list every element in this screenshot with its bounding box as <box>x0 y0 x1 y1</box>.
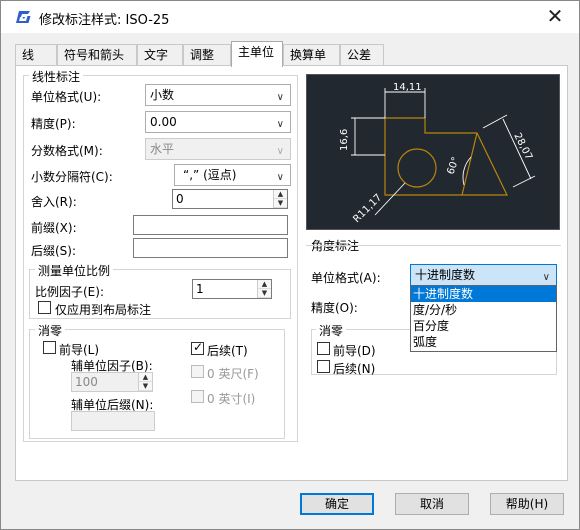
spin-down-icon[interactable]: ▼ <box>139 382 152 391</box>
unit-format-select[interactable]: 小数 ∨ <box>145 84 291 106</box>
dimension-preview: 14,11 16,6 28,07 60° R11,17 <box>306 74 560 230</box>
hole-circle <box>397 148 437 188</box>
sub-unit-spinner[interactable]: ▲ ▼ <box>138 373 152 391</box>
round-off-value: 0 <box>176 192 184 206</box>
decimal-separator-label: 小数分隔符(C): <box>31 170 113 184</box>
angular-unit-format-value: 十进制度数 <box>415 268 476 282</box>
angular-precision-label: 精度(O): <box>311 301 358 315</box>
unit-format-value: 小数 <box>150 88 175 102</box>
fraction-format-select[interactable]: 水平 ∨ <box>145 138 291 160</box>
cancel-button[interactable]: 取消 <box>395 493 469 515</box>
close-icon[interactable]: ✕ <box>543 5 567 29</box>
angular-unit-format-select[interactable]: 十进制度数 ∨ <box>410 264 557 286</box>
tab-symbols-arrows[interactable]: 符号和箭头 <box>57 44 137 66</box>
inches-label: 0 英寸(I) <box>207 392 256 406</box>
decimal-separator-select[interactable]: “,” (逗点) ∨ <box>174 164 291 186</box>
precision-label: 精度(P): <box>31 117 76 131</box>
dropdown-option[interactable]: 弧度 <box>411 334 556 350</box>
app-logo-icon <box>16 11 31 23</box>
sub-unit-factor-input[interactable]: 100 ▲ ▼ <box>71 372 153 392</box>
round-off-input[interactable]: 0 ▲ ▼ <box>172 189 288 209</box>
sub-unit-suffix-input[interactable] <box>71 411 155 431</box>
angular-leading-checkbox[interactable] <box>317 342 330 355</box>
prefix-input[interactable] <box>133 215 288 235</box>
part-outline <box>384 117 508 196</box>
dropdown-option[interactable]: 十进制度数 <box>411 286 556 302</box>
decimal-separator-value: “,” (逗点) <box>183 168 237 182</box>
dimension-style-dialog: 修改标注样式: ISO-25 ✕ 线 符号和箭头 文字 调整 主单位 换算单位 … <box>0 0 580 530</box>
angular-divider <box>306 245 561 246</box>
dropdown-option[interactable]: 百分度 <box>411 318 556 334</box>
scale-factor-value: 1 <box>196 282 204 296</box>
dropdown-option[interactable]: 度/分/秒 <box>411 302 556 318</box>
layout-only-label: 仅应用到布局标注 <box>55 303 152 317</box>
round-off-label: 舍入(R): <box>31 195 77 209</box>
chevron-down-icon: ∨ <box>276 92 284 103</box>
spin-up-icon[interactable]: ▲ <box>139 373 152 382</box>
suffix-label: 后缀(S): <box>31 244 77 258</box>
chevron-down-icon: ∨ <box>276 119 284 130</box>
angular-trailing-checkbox[interactable] <box>317 360 330 373</box>
preview-drawing: 14,11 16,6 28,07 60° R11,17 <box>339 82 536 225</box>
scale-factor-spinner[interactable]: ▲ ▼ <box>257 280 271 298</box>
zero-suppression-label: 消零 <box>35 322 66 339</box>
window-title: 修改标注样式: ISO-25 <box>39 13 170 28</box>
angular-unit-format-dropdown: 十进制度数 度/分/秒 百分度 弧度 <box>410 285 557 352</box>
sub-unit-factor-value: 100 <box>75 375 98 389</box>
spin-down-icon[interactable]: ▼ <box>274 199 287 208</box>
tab-primary-units[interactable]: 主单位 <box>231 41 283 67</box>
angular-trailing-label: 后续(N) <box>333 362 376 376</box>
preview-dim-angle: 60° <box>445 156 461 176</box>
preview-dim-radius: R11,17 <box>351 192 384 225</box>
chevron-down-icon: ∨ <box>276 172 284 183</box>
preview-dim-top: 14,11 <box>393 82 422 93</box>
scale-factor-label: 比例因子(E): <box>35 285 104 299</box>
prefix-label: 前缀(X): <box>31 221 77 235</box>
title-bar: 修改标注样式: ISO-25 ✕ <box>1 1 579 33</box>
angular-zero-label: 消零 <box>316 322 347 339</box>
feet-checkbox[interactable] <box>191 365 204 378</box>
leading-zero-label: 前导(L) <box>59 343 100 357</box>
scale-group-label: 测量单位比例 <box>35 262 114 279</box>
spin-up-icon[interactable]: ▲ <box>258 280 271 289</box>
tab-alternate-units[interactable]: 换算单位 <box>283 44 340 82</box>
chevron-down-icon: ∨ <box>276 146 284 157</box>
angular-leading-label: 前导(D) <box>333 344 376 358</box>
inches-checkbox[interactable] <box>191 390 204 403</box>
trailing-zero-label: 后续(T) <box>207 344 248 358</box>
precision-value: 0.00 <box>150 115 177 129</box>
linear-group-label: 线性标注 <box>29 68 84 85</box>
help-button[interactable]: 帮助(H) <box>490 493 564 515</box>
ok-button[interactable]: 确定 <box>300 493 374 515</box>
angular-unit-format-label: 单位格式(A): <box>311 271 381 285</box>
preview-dim-right: 28,07 <box>511 131 534 162</box>
tab-tolerances[interactable]: 公差 <box>340 44 384 66</box>
unit-format-label: 单位格式(U): <box>31 90 102 104</box>
fraction-format-label: 分数格式(M): <box>31 144 103 158</box>
feet-label: 0 英尺(F) <box>207 367 259 381</box>
fraction-format-value: 水平 <box>150 142 175 156</box>
round-off-spinner[interactable]: ▲ ▼ <box>273 190 287 208</box>
tab-text[interactable]: 文字 <box>137 44 183 66</box>
trailing-zero-checkbox[interactable] <box>191 340 204 355</box>
precision-select[interactable]: 0.00 ∨ <box>145 111 291 133</box>
tab-fit[interactable]: 调整 <box>183 44 231 66</box>
spin-down-icon[interactable]: ▼ <box>258 289 271 298</box>
angle-edge <box>461 132 478 196</box>
scale-factor-input[interactable]: 1 ▲ ▼ <box>192 279 272 299</box>
layout-only-checkbox[interactable] <box>38 301 51 314</box>
leading-zero-checkbox[interactable] <box>43 341 56 354</box>
preview-dim-left: 16,6 <box>339 129 350 151</box>
spin-up-icon[interactable]: ▲ <box>274 190 287 199</box>
tab-lines[interactable]: 线 <box>15 44 57 66</box>
suffix-input[interactable] <box>133 238 288 258</box>
